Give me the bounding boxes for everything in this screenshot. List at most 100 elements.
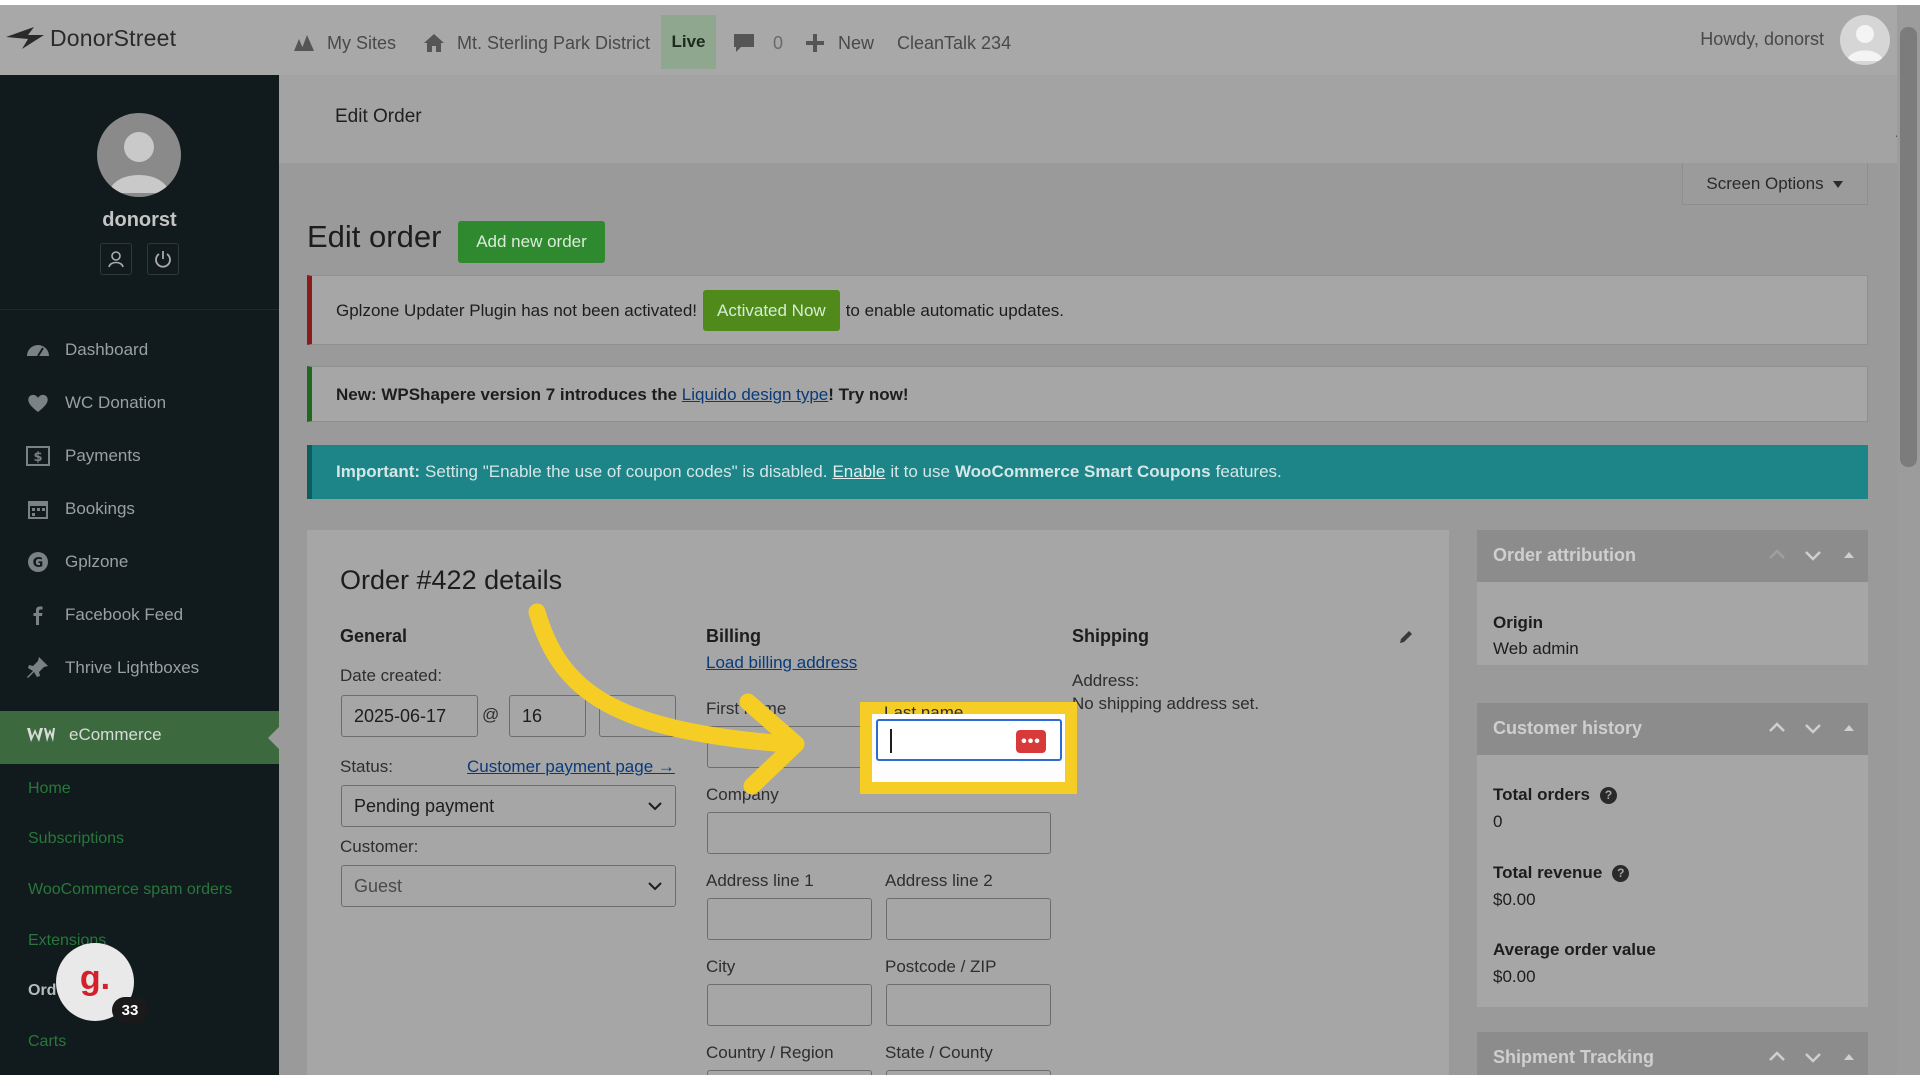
date-created-input[interactable]: 2025-06-17 [341, 695, 478, 737]
svg-text:G: G [33, 556, 44, 571]
sidebar-item-facebook-feed[interactable]: Facebook Feed [25, 600, 183, 630]
live-badge[interactable]: Live [661, 15, 716, 69]
customer-select[interactable]: Guest [341, 865, 676, 907]
profile-avatar[interactable] [97, 113, 181, 197]
dashboard-icon [27, 345, 49, 357]
hour-input[interactable]: 16 [509, 695, 586, 737]
chevron-up-icon[interactable] [1766, 1046, 1788, 1068]
gplzone-notice-content: Gplzone Updater Plugin has not been acti… [336, 290, 1064, 331]
sidebar-item-dashboard[interactable]: Dashboard [25, 335, 148, 365]
chevron-up-icon[interactable] [1766, 544, 1788, 566]
sidebar-item-gplzone[interactable]: G Gplzone [25, 547, 128, 577]
wpshapere-notice: New: WPShapere version 7 introduces the … [307, 366, 1868, 422]
sidebar-item-thrive-lightboxes[interactable]: Thrive Lightboxes [25, 653, 199, 683]
pin-icon [27, 657, 48, 678]
billing-country-select[interactable] [707, 1070, 872, 1075]
order-attribution-header[interactable]: Order attribution [1477, 530, 1868, 582]
submenu-home[interactable]: Home [28, 780, 71, 798]
submenu-spam-orders[interactable]: WooCommerce spam orders [28, 881, 232, 899]
total-revenue-value: $0.00 [1493, 890, 1536, 909]
gplzone-notice: Gplzone Updater Plugin has not been acti… [307, 275, 1868, 345]
collapse-toggle-icon[interactable] [1838, 544, 1860, 566]
total-revenue-label: Total revenue? [1493, 863, 1630, 883]
header-title: Edit Order [335, 106, 422, 127]
chat-count-badge: 33 [112, 997, 148, 1023]
wpshapere-prefix: New: WPShapere version 7 introduces the [336, 385, 678, 404]
billing-state-input[interactable] [886, 1070, 1051, 1075]
sidebar-item-label: WC Donation [65, 393, 167, 412]
activate-now-button[interactable]: Activated Now [703, 290, 840, 331]
status-label: Status: [340, 757, 393, 776]
new-content-menu[interactable]: New [802, 29, 874, 57]
coupons-important: Important: [336, 462, 421, 481]
sidebar-item-label: Gplzone [65, 552, 129, 571]
sidebar-item-wc-donation[interactable]: WC Donation [25, 388, 166, 418]
billing-first-name-input[interactable] [707, 726, 872, 768]
brand-logo[interactable]: DonorStreet [4, 23, 176, 53]
minute-input[interactable] [599, 695, 676, 737]
howdy-user-menu[interactable]: Howdy, donorst [1700, 29, 1824, 50]
billing-address-2-input[interactable] [886, 898, 1051, 940]
customer-payment-page-link[interactable]: Customer payment page → [467, 757, 675, 777]
total-orders-label: Total orders? [1493, 785, 1617, 805]
screen-options-button[interactable]: Screen Options [1682, 163, 1868, 205]
submenu-carts[interactable]: Carts [28, 1033, 66, 1051]
wpshapere-suffix: ! Try now! [828, 385, 909, 404]
at-symbol: @ [482, 705, 500, 724]
help-icon[interactable]: ? [1612, 864, 1630, 882]
origin-label: Origin [1493, 613, 1543, 633]
site-name-menu[interactable]: Mt. Sterling Park District [421, 29, 650, 57]
screen-options-label: Screen Options [1706, 173, 1824, 193]
sidebar-item-payments[interactable]: $ Payments [25, 441, 141, 471]
collapse-toggle-icon[interactable] [1838, 717, 1860, 739]
help-icon[interactable]: ? [1599, 786, 1617, 804]
sidebar-item-ecommerce[interactable]: eCommerce [0, 711, 279, 764]
status-select-value: Pending payment [354, 795, 495, 816]
sidebar-item-label: Bookings [65, 499, 135, 518]
ecommerce-label: eCommerce [69, 725, 162, 744]
wpshapere-notice-content: New: WPShapere version 7 introduces the … [336, 385, 909, 405]
company-label: Company [706, 785, 779, 804]
origin-value: Web admin [1493, 639, 1579, 658]
add-new-order-button[interactable]: Add new order [458, 221, 605, 263]
page-scrollbar-thumb[interactable] [1900, 27, 1917, 467]
heart-icon [28, 394, 48, 412]
billing-postcode-input[interactable] [886, 984, 1051, 1026]
collapse-toggle-icon[interactable] [1838, 1046, 1860, 1068]
woocommerce-icon [27, 728, 55, 742]
pencil-edit-icon[interactable] [1398, 629, 1414, 645]
comments-menu[interactable]: 0 [731, 29, 783, 57]
order-attribution-box: Order attribution Origin Web admin [1477, 530, 1868, 665]
gplzone-icon: G [28, 552, 48, 572]
billing-address-1-input[interactable] [707, 898, 872, 940]
chevron-up-icon[interactable] [1766, 717, 1788, 739]
load-billing-address-link[interactable]: Load billing address [706, 653, 857, 673]
my-sites-menu[interactable]: My Sites [291, 29, 396, 57]
sidebar-item-bookings[interactable]: Bookings [25, 494, 135, 524]
status-select[interactable]: Pending payment [341, 785, 676, 827]
admin-sidebar: donorst Dashboard WC Donation $ Payments… [0, 75, 279, 1075]
sidebar-item-label: Thrive Lightboxes [65, 658, 200, 677]
chevron-down-icon[interactable] [1802, 544, 1824, 566]
average-order-value-label: Average order value [1493, 940, 1656, 960]
billing-last-name-input[interactable]: ••• [876, 719, 1062, 761]
shipment-tracking-header[interactable]: Shipment Tracking [1477, 1032, 1868, 1075]
billing-company-input[interactable] [707, 812, 1051, 854]
password-manager-icon[interactable]: ••• [1016, 730, 1046, 753]
chevron-down-icon[interactable] [1802, 1046, 1824, 1068]
order-title: Order #422 details [340, 565, 563, 595]
cleantalk-menu[interactable]: CleanTalk 234 [897, 29, 1011, 57]
logout-button[interactable] [147, 243, 179, 275]
submenu-subscriptions[interactable]: Subscriptions [28, 830, 124, 848]
billing-city-input[interactable] [707, 984, 872, 1026]
enable-coupons-link[interactable]: Enable [832, 462, 885, 482]
sidebar-divider [0, 309, 279, 310]
profile-button[interactable] [100, 243, 132, 275]
liquido-design-link[interactable]: Liquido design type [682, 385, 829, 405]
sites-icon [294, 35, 314, 51]
customer-history-header[interactable]: Customer history [1477, 703, 1868, 755]
sidebar-item-label: Dashboard [65, 340, 149, 359]
user-avatar[interactable] [1840, 15, 1890, 65]
last-name-highlight: Last name ••• [860, 702, 1077, 794]
chevron-down-icon[interactable] [1802, 717, 1824, 739]
